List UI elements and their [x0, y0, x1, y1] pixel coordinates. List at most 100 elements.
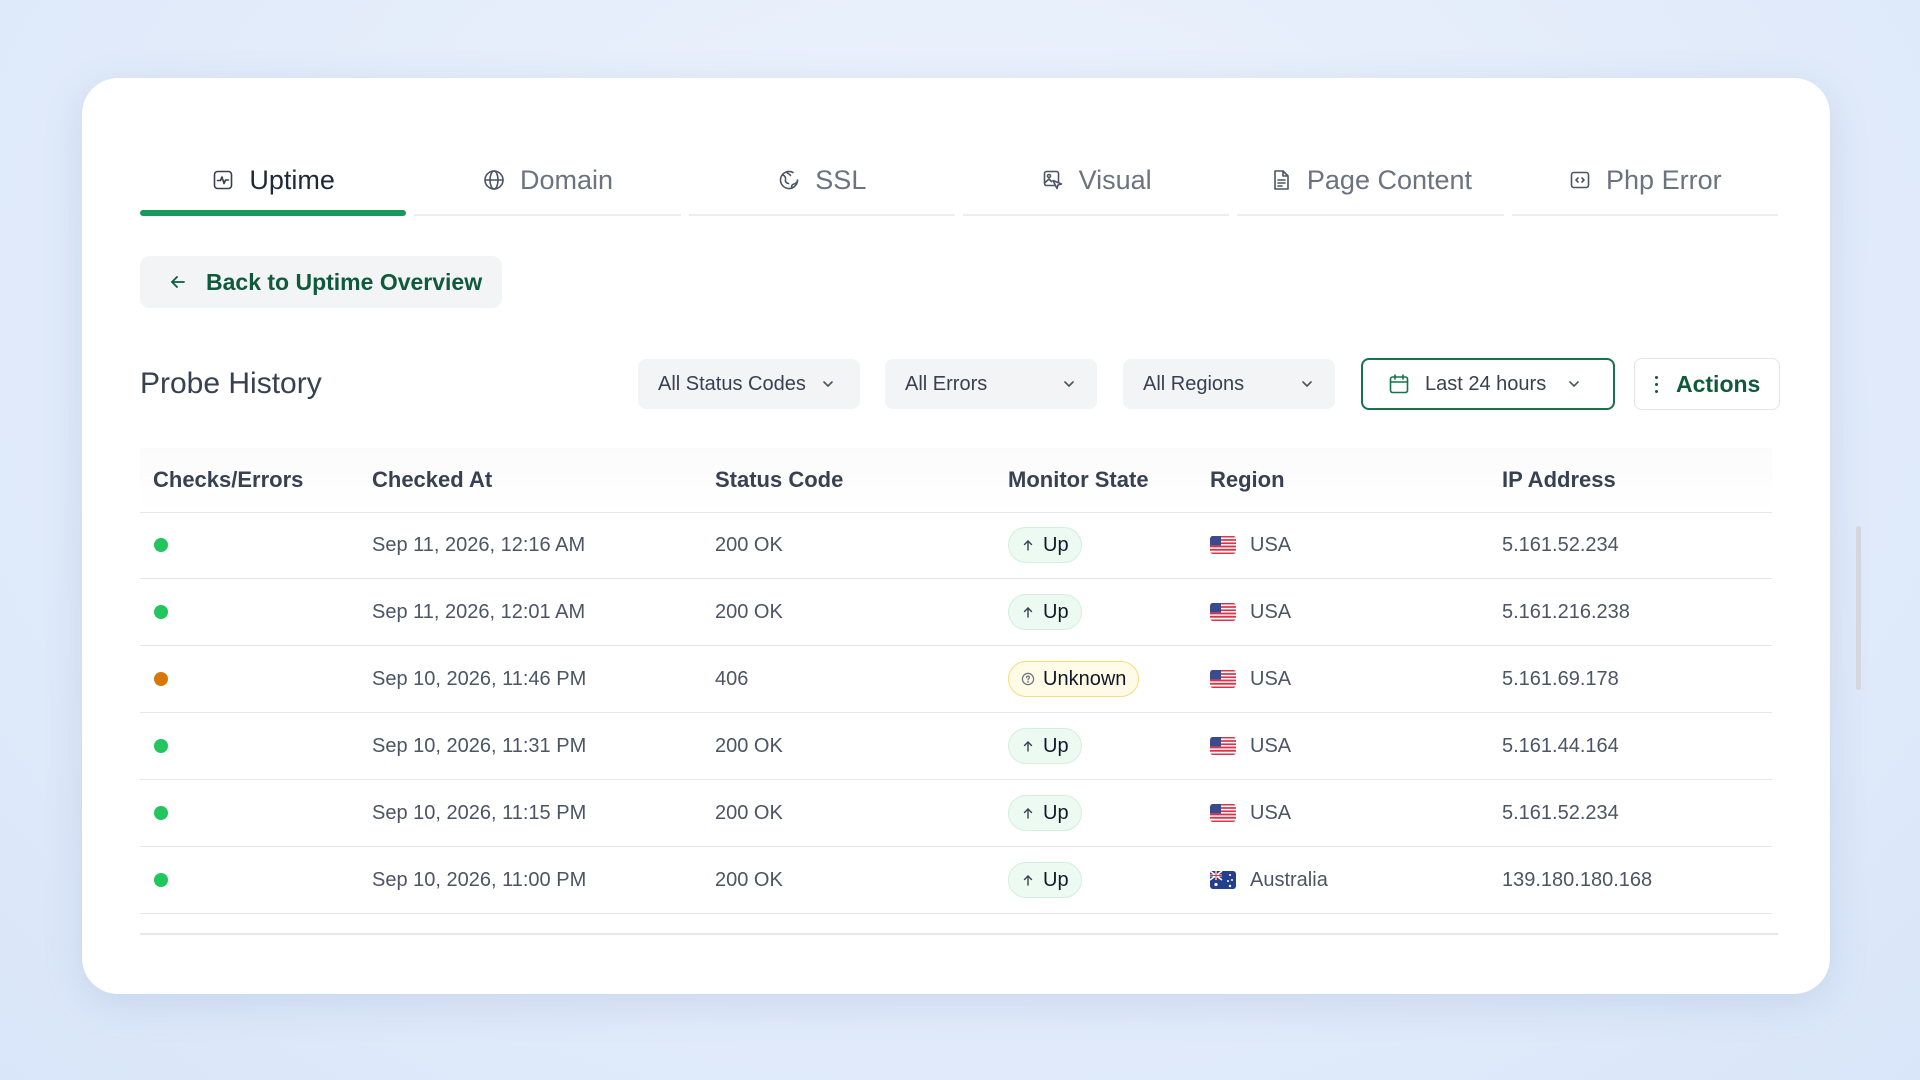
back-to-overview-button[interactable]: Back to Uptime Overview [140, 256, 502, 308]
date-range-picker[interactable]: Last 24 hours [1361, 358, 1615, 410]
status-code-cell: 406 [715, 667, 749, 690]
back-button-label: Back to Uptime Overview [206, 268, 483, 295]
arrow-up-icon [1023, 808, 1033, 819]
check-status-dot [154, 672, 168, 686]
status-code-cell: 200 OK [715, 533, 783, 556]
chevron-down-icon [1569, 381, 1580, 387]
tab-label: SSL [815, 164, 867, 195]
table-row[interactable]: Sep 11, 2026, 12:01 AM 200 OK Up USA 5.161.2… [140, 579, 1772, 646]
tab-php-error[interactable]: Php Error [1511, 144, 1779, 216]
checked-at-cell: Sep 10, 2026, 11:31 PM [372, 734, 587, 757]
region-label: USA [1250, 734, 1292, 757]
actions-button[interactable]: Actions [1634, 358, 1780, 410]
tab-uptime[interactable]: Uptime [140, 144, 407, 216]
check-status-dot [154, 739, 168, 753]
monitor-state-label: Up [1043, 868, 1069, 891]
monitor-state-badge: Up [1008, 862, 1082, 898]
australia-flag-icon [1210, 871, 1236, 889]
usa-flag-icon [1210, 737, 1236, 755]
tab-label: Php Error [1606, 164, 1722, 195]
probe-history-table: Checks/Errors Checked At Status Code Mon… [140, 448, 1778, 935]
errors-filter-label: All Errors [905, 372, 988, 395]
table-row[interactable]: Sep 10, 2026, 11:46 PM 406 Unknown USA 5.161… [140, 646, 1772, 713]
table-row[interactable]: Sep 11, 2026, 12:16 AM 200 OK Up USA 5.161.5… [140, 512, 1772, 579]
table-body: Sep 11, 2026, 12:16 AM 200 OK Up USA 5.161.5… [140, 512, 1772, 914]
region-cell: USA [1210, 802, 1291, 825]
column-header: Region [1210, 467, 1285, 492]
table-row[interactable]: Sep 10, 2026, 11:00 PM 200 OK Up Australia 1… [140, 847, 1772, 914]
status-code-filter[interactable]: All Status Codes [638, 359, 860, 409]
arrow-up-icon [1023, 741, 1033, 752]
ip-address-cell: 5.161.44.164 [1502, 734, 1619, 757]
region-label: USA [1250, 667, 1292, 690]
calendar-icon [1389, 374, 1409, 394]
region-label: USA [1250, 600, 1292, 623]
checked-at-cell: Sep 11, 2026, 12:01 AM [372, 600, 586, 623]
region-cell: USA [1210, 735, 1291, 758]
arrow-up-icon [1023, 607, 1033, 618]
monitor-card: Uptime Domain SSL Visual Page Content Ph… [82, 78, 1861, 994]
arrow-up-icon [1023, 875, 1033, 886]
monitor-state-label: Up [1043, 600, 1069, 623]
monitor-state-label: Up [1043, 734, 1069, 757]
regions-filter[interactable]: All Regions [1123, 359, 1335, 409]
status-code-cell: 200 OK [715, 734, 783, 757]
monitor-state-label: Unknown [1043, 667, 1127, 690]
table-scrollbar[interactable] [1856, 526, 1861, 690]
actions-label: Actions [1676, 370, 1761, 397]
table-row[interactable]: Sep 10, 2026, 11:31 PM 200 OK Up USA 5.161.4… [140, 713, 1772, 780]
column-header: Monitor State [1008, 467, 1149, 492]
arrow-left-icon [171, 276, 185, 288]
check-status-dot [154, 538, 168, 552]
usa-flag-icon [1210, 670, 1236, 688]
column-header: IP Address [1502, 467, 1616, 492]
code-icon [1568, 168, 1592, 192]
visual-icon [1041, 168, 1065, 192]
column-header: Checks/Errors [153, 467, 304, 492]
ssl-globe-icon [777, 168, 801, 192]
more-vertical-icon [1655, 375, 1658, 393]
tab-ssl[interactable]: SSL [688, 144, 956, 216]
errors-filter[interactable]: All Errors [885, 359, 1097, 409]
arrow-up-icon [1023, 540, 1033, 551]
region-label: USA [1250, 801, 1292, 824]
tab-label: Domain [519, 164, 614, 195]
tab-visual[interactable]: Visual [962, 144, 1230, 216]
status-code-cell: 200 OK [715, 600, 783, 623]
tab-label: Visual [1078, 164, 1152, 195]
check-status-dot [154, 605, 168, 619]
table-row[interactable]: Sep 10, 2026, 11:15 PM 200 OK Up USA 5.161.5… [140, 780, 1772, 847]
usa-flag-icon [1210, 536, 1236, 554]
checked-at-cell: Sep 11, 2026, 12:16 AM [372, 533, 586, 556]
ip-address-cell: 5.161.69.178 [1502, 667, 1619, 690]
date-range-label: Last 24 hours [1425, 372, 1547, 395]
monitor-state-badge: Up [1008, 527, 1082, 563]
uptime-icon [211, 168, 235, 192]
chevron-down-icon [1302, 381, 1312, 387]
ip-address-cell: 139.180.180.168 [1502, 868, 1653, 891]
usa-flag-icon [1210, 804, 1236, 822]
monitor-state-badge: Up [1008, 795, 1082, 831]
chevron-down-icon [1064, 381, 1074, 387]
tab-page-content[interactable]: Page Content [1237, 144, 1504, 216]
tab-domain[interactable]: Domain [414, 144, 681, 216]
monitor-state-label: Up [1043, 533, 1069, 556]
regions-filter-label: All Regions [1143, 372, 1245, 395]
question-circle-icon [1021, 672, 1035, 686]
status-code-cell: 200 OK [715, 801, 783, 824]
monitor-state-badge: Unknown [1008, 661, 1140, 697]
check-status-dot [154, 873, 168, 887]
column-header: Status Code [715, 467, 844, 492]
checked-at-cell: Sep 10, 2026, 11:15 PM [372, 801, 587, 824]
checked-at-cell: Sep 10, 2026, 11:46 PM [372, 667, 587, 690]
monitor-tabs: Uptime Domain SSL Visual Page Content Ph… [140, 144, 1779, 216]
table-header: Checks/Errors Checked At Status Code Mon… [140, 448, 1772, 513]
region-cell: USA [1210, 668, 1291, 691]
column-header: Checked At [372, 467, 493, 492]
monitor-state-badge: Up [1008, 594, 1082, 630]
checked-at-cell: Sep 10, 2026, 11:00 PM [372, 868, 587, 891]
ip-address-cell: 5.161.216.238 [1502, 600, 1630, 623]
tab-label: Page Content [1306, 164, 1473, 195]
usa-flag-icon [1210, 603, 1236, 621]
section-title: Probe History [140, 367, 322, 400]
